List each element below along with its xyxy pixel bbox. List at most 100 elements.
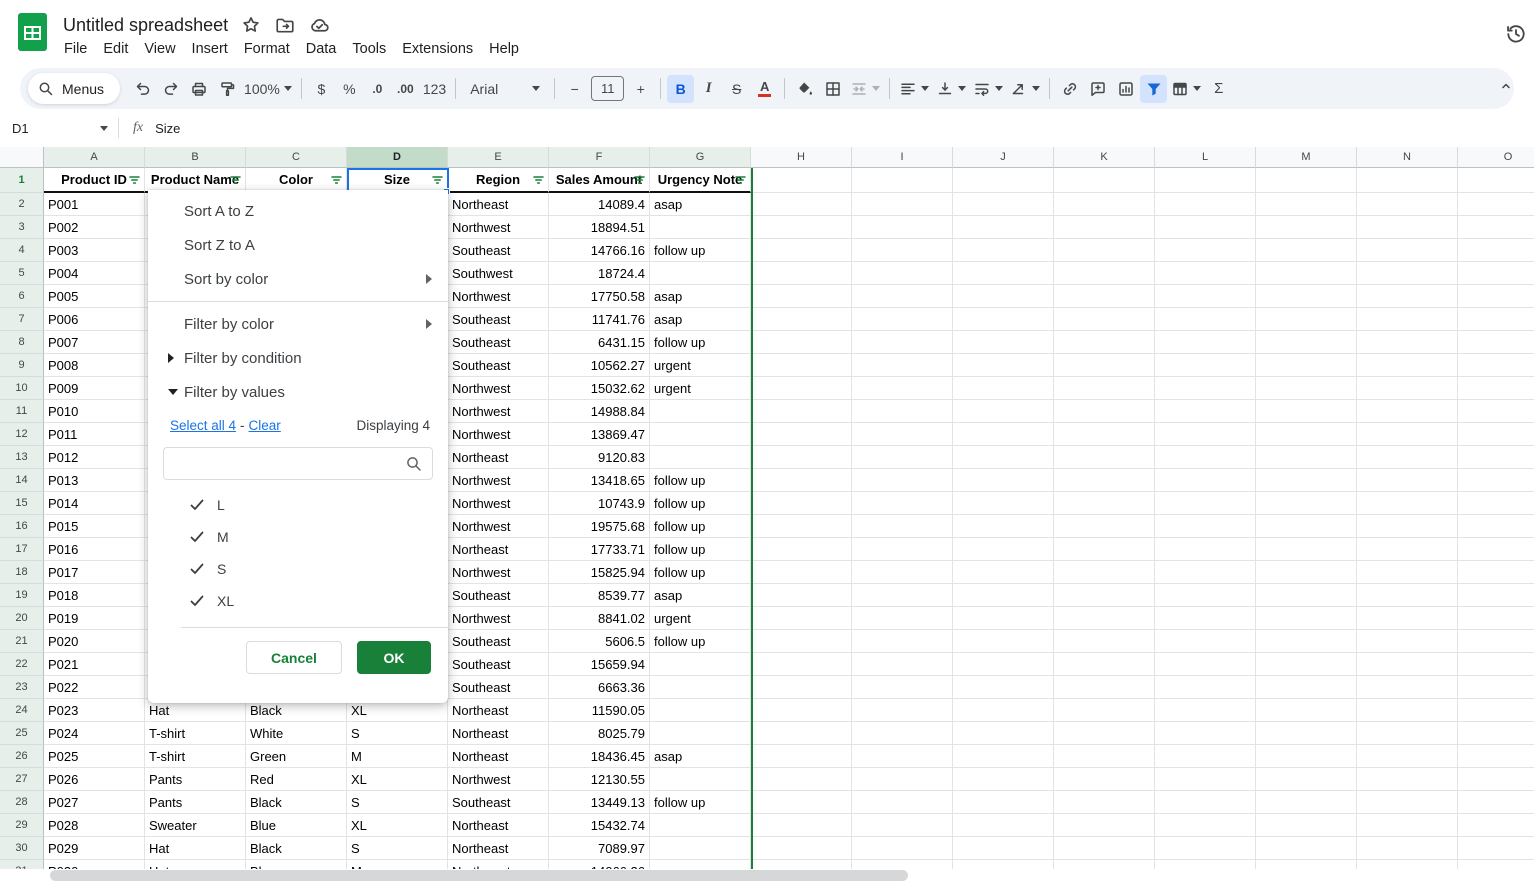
cell[interactable]	[1155, 446, 1256, 469]
cell[interactable]	[852, 446, 953, 469]
cell[interactable]	[1155, 538, 1256, 561]
strikethrough-button[interactable]: S	[723, 75, 750, 103]
cell[interactable]	[650, 768, 751, 791]
row-header-15[interactable]: 15	[0, 492, 44, 515]
cell[interactable]: P023	[44, 699, 145, 722]
header-cell-empty[interactable]	[852, 168, 953, 193]
cell[interactable]: P014	[44, 492, 145, 515]
column-header-F[interactable]: F	[549, 147, 650, 168]
cell[interactable]	[1458, 469, 1534, 492]
create-filter-button[interactable]	[1140, 75, 1167, 103]
cell[interactable]	[1357, 814, 1458, 837]
column-filter-icon[interactable]	[128, 173, 141, 186]
cell[interactable]: asap	[650, 584, 751, 607]
cell[interactable]: P005	[44, 285, 145, 308]
cell[interactable]	[1155, 630, 1256, 653]
cell[interactable]	[852, 469, 953, 492]
row-header-19[interactable]: 19	[0, 584, 44, 607]
cell[interactable]	[1054, 676, 1155, 699]
cell[interactable]	[751, 354, 852, 377]
row-header-25[interactable]: 25	[0, 722, 44, 745]
cell[interactable]: Black	[246, 837, 347, 860]
cell[interactable]: M	[347, 745, 448, 768]
cell[interactable]: Pants	[145, 791, 246, 814]
row-header-10[interactable]: 10	[0, 377, 44, 400]
insert-link-button[interactable]	[1056, 75, 1083, 103]
cell[interactable]	[1256, 262, 1357, 285]
cell[interactable]	[1155, 745, 1256, 768]
row-header-26[interactable]: 26	[0, 745, 44, 768]
cell[interactable]	[953, 630, 1054, 653]
cell[interactable]: T-shirt	[145, 722, 246, 745]
cell[interactable]	[1054, 469, 1155, 492]
cell[interactable]	[852, 791, 953, 814]
cell[interactable]	[1357, 354, 1458, 377]
column-header-I[interactable]: I	[852, 147, 953, 168]
cell[interactable]: 8025.79	[549, 722, 650, 745]
cell[interactable]	[1357, 331, 1458, 354]
cell[interactable]	[1256, 584, 1357, 607]
cell[interactable]	[751, 768, 852, 791]
cell[interactable]	[1256, 653, 1357, 676]
clear-link[interactable]: Clear	[249, 418, 281, 433]
cell[interactable]: Northwest	[448, 469, 549, 492]
cell[interactable]: P025	[44, 745, 145, 768]
row-header-6[interactable]: 6	[0, 285, 44, 308]
cell[interactable]: 19575.68	[549, 515, 650, 538]
cell[interactable]	[751, 216, 852, 239]
fill-color-button[interactable]	[791, 75, 818, 103]
cell[interactable]	[953, 377, 1054, 400]
cell[interactable]: Southeast	[448, 354, 549, 377]
cell[interactable]: follow up	[650, 239, 751, 262]
cell[interactable]	[1054, 561, 1155, 584]
cell[interactable]: follow up	[650, 561, 751, 584]
menu-help[interactable]: Help	[481, 38, 527, 60]
column-header-M[interactable]: M	[1256, 147, 1357, 168]
cell[interactable]: Northwest	[448, 216, 549, 239]
cell[interactable]	[852, 561, 953, 584]
cell[interactable]: 15825.94	[549, 561, 650, 584]
cell[interactable]: Northwest	[448, 492, 549, 515]
cell[interactable]	[751, 239, 852, 262]
text-wrap-button[interactable]	[970, 75, 1006, 103]
cell[interactable]	[852, 262, 953, 285]
text-rotation-button[interactable]	[1007, 75, 1043, 103]
header-cell-empty[interactable]	[751, 168, 852, 193]
cell[interactable]: 15432.74	[549, 814, 650, 837]
cell[interactable]: Northwest	[448, 400, 549, 423]
ok-button[interactable]: OK	[357, 641, 431, 674]
cell[interactable]	[953, 676, 1054, 699]
cell[interactable]	[852, 538, 953, 561]
menu-extensions[interactable]: Extensions	[394, 38, 481, 60]
row-header-27[interactable]: 27	[0, 768, 44, 791]
text-color-button[interactable]: A	[751, 75, 778, 103]
cell[interactable]	[751, 262, 852, 285]
cell[interactable]	[751, 515, 852, 538]
cell[interactable]	[852, 837, 953, 860]
cell[interactable]: P011	[44, 423, 145, 446]
cell[interactable]	[1155, 216, 1256, 239]
cell[interactable]: P007	[44, 331, 145, 354]
cell[interactable]	[650, 423, 751, 446]
row-header-9[interactable]: 9	[0, 354, 44, 377]
cell[interactable]	[1458, 768, 1534, 791]
merge-cells-button[interactable]	[847, 75, 883, 103]
cell[interactable]	[1256, 331, 1357, 354]
cell[interactable]	[953, 446, 1054, 469]
cell[interactable]	[1256, 492, 1357, 515]
cell[interactable]	[1357, 193, 1458, 216]
cell[interactable]	[852, 354, 953, 377]
cell[interactable]	[1256, 745, 1357, 768]
cell[interactable]	[1357, 607, 1458, 630]
cell[interactable]	[1458, 216, 1534, 239]
cell[interactable]	[1458, 354, 1534, 377]
cell[interactable]	[1155, 561, 1256, 584]
cell[interactable]	[650, 676, 751, 699]
cell[interactable]	[1155, 584, 1256, 607]
column-header-N[interactable]: N	[1357, 147, 1458, 168]
filter-value-S[interactable]: S	[148, 553, 448, 585]
cell[interactable]: Northeast	[448, 837, 549, 860]
cell[interactable]: 5606.5	[549, 630, 650, 653]
cell[interactable]	[852, 285, 953, 308]
cell[interactable]: Southeast	[448, 791, 549, 814]
